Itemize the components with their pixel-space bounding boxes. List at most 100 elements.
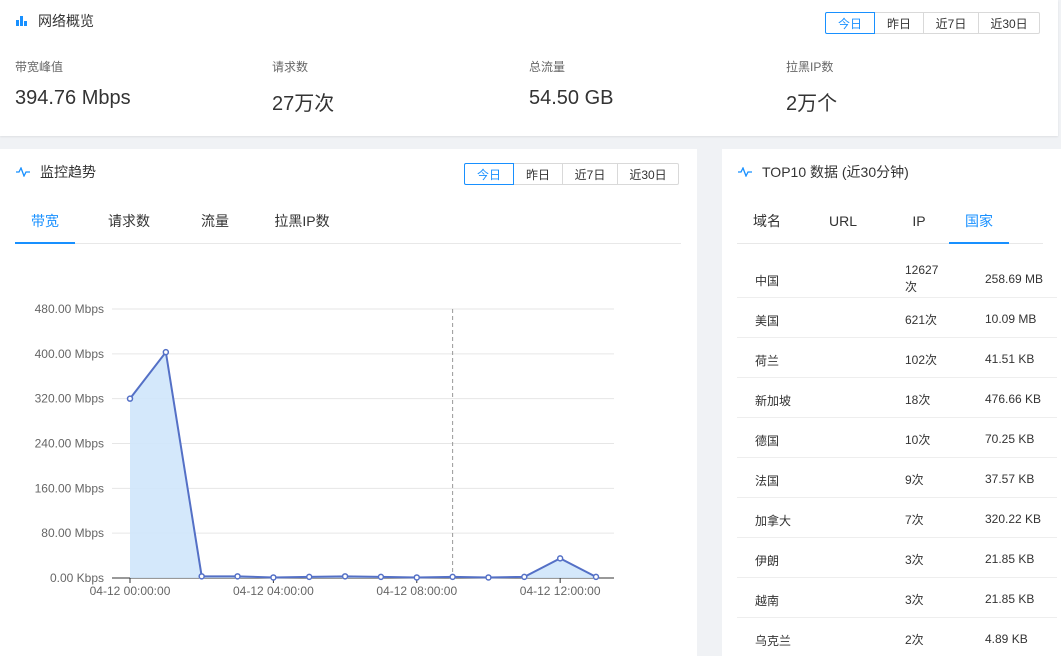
- data-point: [162, 348, 170, 356]
- row-count: 9次: [905, 473, 924, 487]
- data-point: [521, 573, 528, 581]
- row-count: 3次: [905, 553, 924, 567]
- stat-label: 拉黑IP数: [786, 60, 834, 74]
- stat-requests: 请求数 27万次: [272, 58, 334, 116]
- overview-range-selector: 今日 昨日 近7日 近30日: [825, 12, 1040, 34]
- trend-range-today[interactable]: 今日: [464, 163, 514, 185]
- data-point: [126, 395, 134, 402]
- data-point: [485, 574, 492, 581]
- y-tick-label: 80.00 Mbps: [41, 526, 104, 540]
- pulse-icon: [738, 167, 752, 177]
- data-point: [234, 573, 241, 580]
- data-point: [556, 555, 564, 562]
- row-country: 乌克兰: [755, 634, 792, 648]
- stat-bandwidth-peak: 带宽峰值 394.76 Mbps: [15, 58, 131, 110]
- table-row: 中国 12627次 258.69 MB: [737, 258, 1057, 298]
- row-country: 中国: [755, 274, 780, 288]
- overview-range-7d[interactable]: 近7日: [923, 12, 979, 34]
- y-tick-label: 0.00 Kbps: [50, 571, 104, 585]
- row-country: 德国: [755, 434, 780, 448]
- tab-ip[interactable]: IP: [889, 211, 949, 243]
- row-country: 伊朗: [755, 554, 780, 568]
- data-point: [449, 573, 456, 581]
- row-traffic: 320.22 KB: [985, 512, 1042, 526]
- stat-label: 请求数: [272, 60, 309, 74]
- stat-total-traffic: 总流量 54.50 GB: [529, 58, 614, 110]
- row-count: 12627次: [905, 263, 939, 294]
- stat-value: 394.76 Mbps: [15, 87, 131, 109]
- row-country: 荷兰: [755, 354, 780, 368]
- series-area: [130, 352, 596, 578]
- stat-value: 54.50 GB: [529, 87, 614, 109]
- row-traffic: 21.85 KB: [985, 592, 1035, 606]
- y-tick-label: 480.00 Mbps: [35, 302, 104, 316]
- row-count: 7次: [905, 513, 924, 527]
- table-row: 伊朗 3次 21.85 KB: [737, 538, 1057, 578]
- data-point: [305, 573, 313, 581]
- data-point: [341, 573, 349, 580]
- table-row: 德国 10次 70.25 KB: [737, 418, 1057, 458]
- tab-domain[interactable]: 域名: [737, 211, 797, 243]
- row-traffic: 258.69 MB: [985, 272, 1044, 286]
- row-country: 越南: [755, 594, 780, 608]
- overview-range-yesterday[interactable]: 昨日: [874, 12, 924, 34]
- row-country: 新加坡: [755, 394, 792, 408]
- top10-table: 中国 12627次 258.69 MB 美国 621次 10.09 MB 荷兰 …: [737, 258, 1057, 656]
- row-country: 法国: [755, 474, 780, 488]
- row-count: 102次: [905, 353, 938, 367]
- x-tick-label: 04-12 12:00:00: [520, 584, 601, 598]
- row-traffic: 4.89 KB: [985, 632, 1028, 646]
- row-count: 3次: [905, 593, 924, 607]
- x-tick-label: 04-12 08:00:00: [376, 584, 457, 598]
- table-row: 新加坡 18次 476.66 KB: [737, 378, 1057, 418]
- stat-value: 2万个: [786, 93, 838, 115]
- data-point: [377, 573, 385, 581]
- bandwidth-chart: 0.00 Kbps 80.00 Mbps 160.00 Mbps 240.00 Mbp…: [35, 302, 614, 598]
- table-row: 乌克兰 2次 4.89 KB: [737, 618, 1057, 656]
- row-count: 18次: [905, 393, 931, 407]
- overview-title-text: 网络概览: [38, 13, 94, 29]
- row-country: 加拿大: [755, 514, 792, 528]
- row-traffic: 10.09 MB: [985, 312, 1037, 326]
- row-traffic: 37.57 KB: [985, 472, 1035, 486]
- overview-range-today[interactable]: 今日: [825, 12, 875, 34]
- top10-title: TOP10 数据 (近30分钟): [738, 162, 909, 182]
- overview-range-30d[interactable]: 近30日: [978, 12, 1040, 34]
- y-tick-label: 160.00 Mbps: [35, 481, 104, 495]
- row-traffic: 21.85 KB: [985, 552, 1035, 566]
- table-row: 荷兰 102次 41.51 KB: [737, 338, 1057, 378]
- table-row: 越南 3次 21.85 KB: [737, 578, 1057, 618]
- x-tick-label: 04-12 04:00:00: [233, 584, 314, 598]
- tab-country[interactable]: 国家: [949, 211, 1009, 244]
- bar-chart-icon: [16, 16, 28, 26]
- series-line: [129, 349, 597, 579]
- row-count: 2次: [905, 633, 924, 647]
- top10-card: TOP10 数据 (近30分钟) 域名 URL IP 国家 中国 12627次 …: [722, 149, 1061, 656]
- stat-blocked-ips: 拉黑IP数 2万个: [786, 58, 837, 116]
- row-count: 621次: [905, 313, 938, 327]
- row-traffic: 476.66 KB: [985, 392, 1042, 406]
- stat-label: 带宽峰值: [15, 60, 64, 74]
- row-country: 美国: [755, 314, 780, 328]
- stat-value: 27万次: [272, 93, 335, 115]
- y-tick-label: 400.00 Mbps: [35, 347, 104, 361]
- data-point: [413, 574, 421, 581]
- table-row: 美国 621次 10.09 MB: [737, 298, 1057, 338]
- tab-url[interactable]: URL: [797, 211, 889, 243]
- x-tick-label: 04-12 00:00:00: [90, 584, 171, 598]
- data-point: [270, 574, 277, 581]
- data-point: [198, 573, 205, 580]
- top10-title-text: TOP10 数据 (近30分钟): [762, 164, 909, 180]
- data-point: [592, 573, 600, 581]
- row-traffic: 41.51 KB: [985, 352, 1035, 366]
- row-traffic: 70.25 KB: [985, 432, 1035, 446]
- y-tick-label: 320.00 Mbps: [35, 392, 104, 406]
- network-overview-card: 网络概览 今日 昨日 近7日 近30日 带宽峰值 394.76 Mbps 请求数…: [0, 0, 1058, 136]
- stat-label: 总流量: [529, 60, 566, 74]
- overview-title: 网络概览: [16, 11, 94, 31]
- table-row: 法国 9次 37.57 KB: [737, 458, 1057, 498]
- top10-tabs: 域名 URL IP 国家: [737, 211, 1043, 244]
- table-row: 加拿大 7次 320.22 KB: [737, 498, 1057, 538]
- y-tick-label: 240.00 Mbps: [35, 437, 104, 451]
- monitor-trend-card: 监控趋势 今日 昨日 近7日 近30日 带宽 请求数 流量 拉黑IP数 0.00…: [0, 149, 697, 656]
